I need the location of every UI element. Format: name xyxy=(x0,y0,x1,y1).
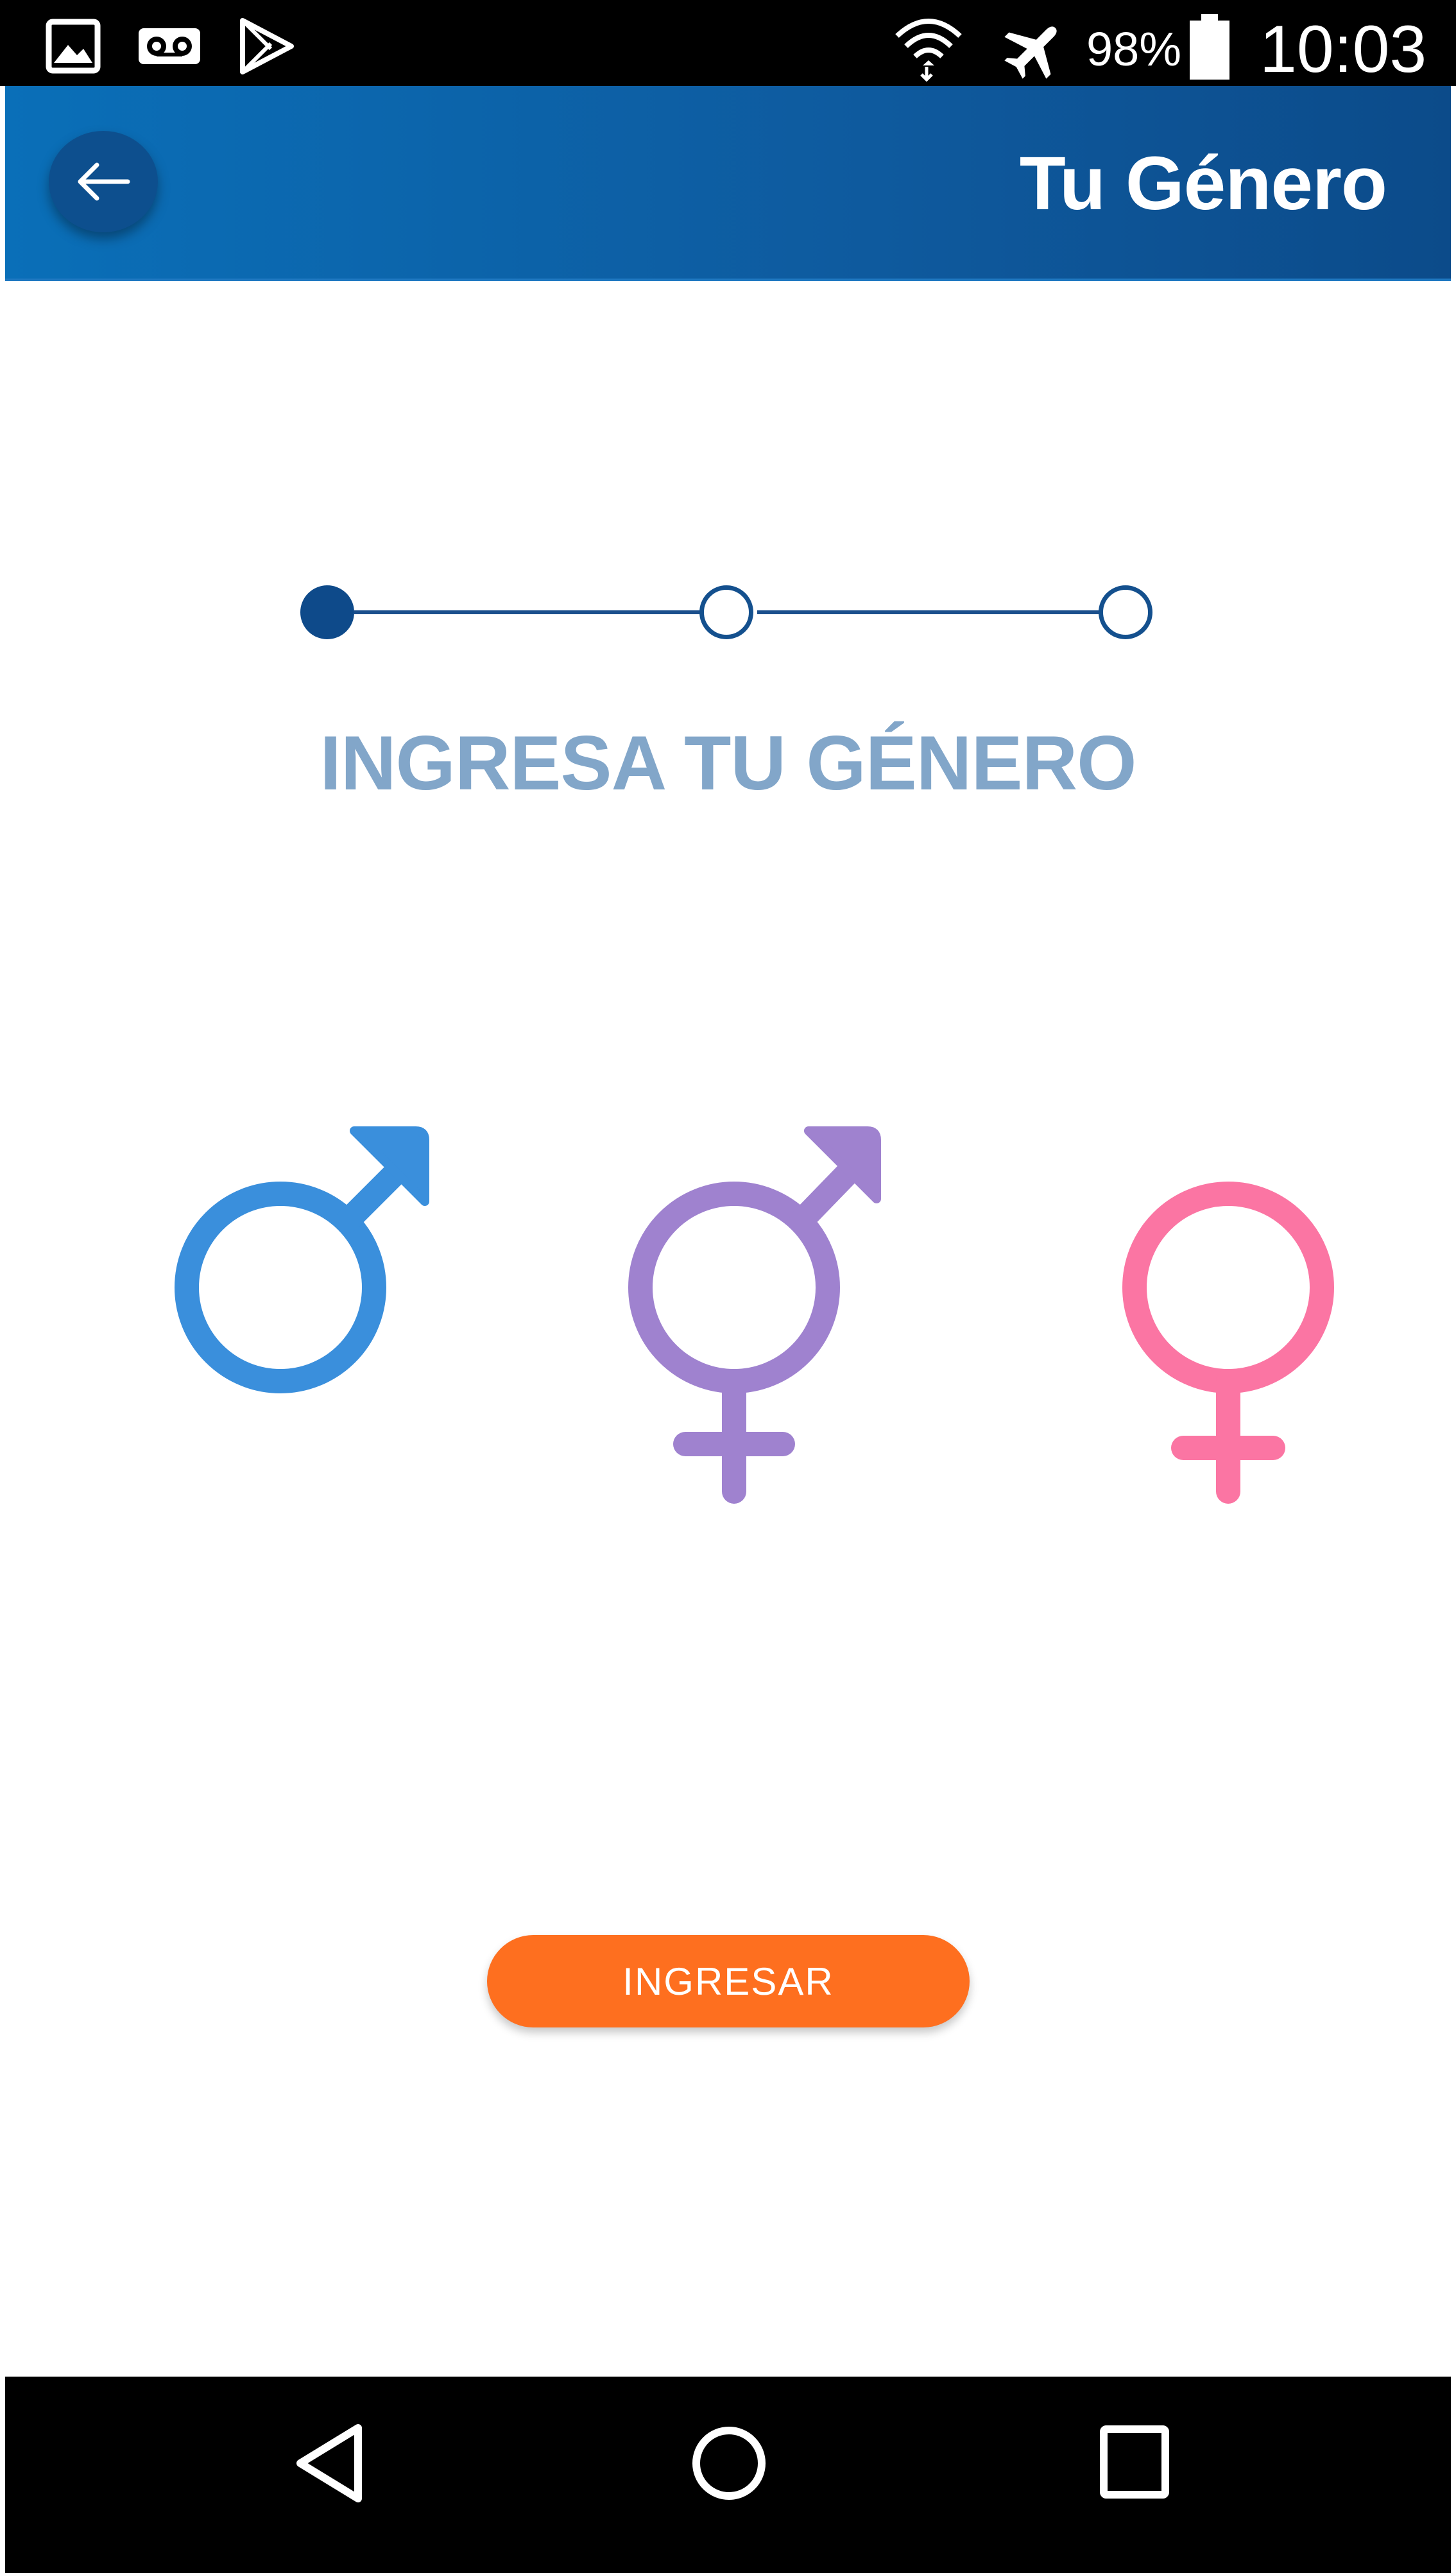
step-1-indicator xyxy=(300,585,354,639)
male-symbol-icon xyxy=(175,1126,429,1393)
female-symbol-icon xyxy=(1122,1182,1334,1504)
arrow-left-icon xyxy=(78,162,130,201)
prompt-heading: INGRESA TU GÉNERO xyxy=(320,720,1136,806)
battery-icon xyxy=(1190,14,1229,80)
stepper-line xyxy=(354,610,721,614)
recents-square-icon[interactable] xyxy=(1096,2422,1173,2505)
airplane-mode-icon xyxy=(1004,26,1057,79)
back-button[interactable] xyxy=(49,131,158,232)
gender-option-female[interactable] xyxy=(1091,1117,1412,1515)
status-bar: 98% 10:03 xyxy=(0,0,1456,87)
voicemail-icon xyxy=(139,28,200,64)
back-triangle-icon[interactable] xyxy=(291,2422,368,2505)
stepper-line xyxy=(757,610,1128,614)
home-circle-icon[interactable] xyxy=(689,2422,769,2505)
transgender-symbol-icon xyxy=(628,1126,881,1504)
battery-percent: 98% xyxy=(1086,22,1182,76)
app-bar: Tu Género xyxy=(5,86,1451,279)
clock: 10:03 xyxy=(1260,12,1427,87)
image-icon xyxy=(46,19,101,74)
gender-option-transgender[interactable] xyxy=(624,1117,945,1515)
play-store-icon xyxy=(240,18,294,74)
step-3-indicator xyxy=(1099,585,1152,639)
ingresar-button[interactable]: INGRESAR xyxy=(487,1935,970,2027)
gender-option-male[interactable] xyxy=(148,1117,468,1515)
page-title: Tu Género xyxy=(1019,141,1387,226)
wifi-icon xyxy=(895,19,962,82)
navigation-bar xyxy=(5,2377,1451,2573)
step-2-indicator xyxy=(699,585,753,639)
